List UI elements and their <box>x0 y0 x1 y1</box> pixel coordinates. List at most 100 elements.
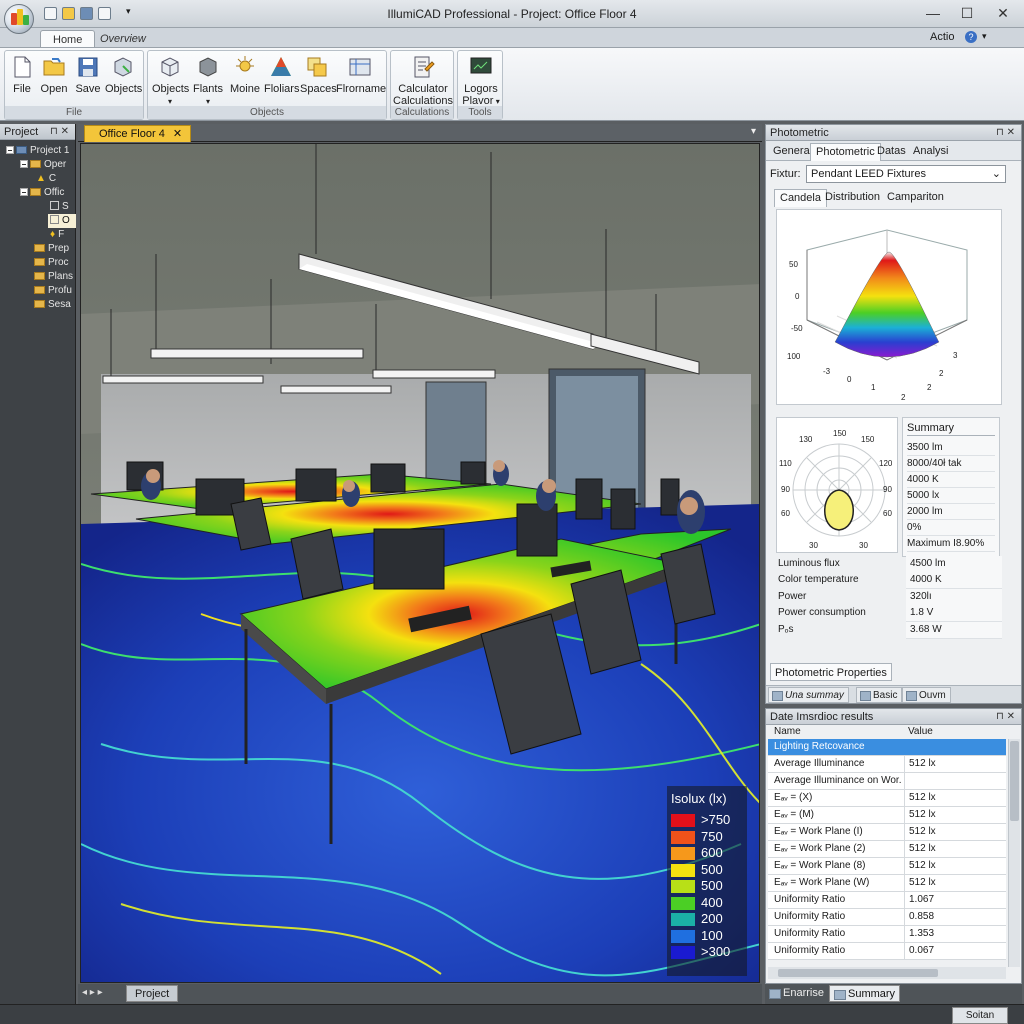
tree-item[interactable]: Plans <box>34 270 73 284</box>
tree-item[interactable]: Profu <box>34 284 72 298</box>
floorname-button[interactable]: Flrorname <box>336 55 386 95</box>
tab-project-footer[interactable]: Project <box>126 985 179 1002</box>
table-row[interactable]: Eₐᵥ = (X) 512 lx <box>768 790 1006 807</box>
title-bar: IllumiCAD Professional - Project: Office… <box>0 0 1024 28</box>
tab-summary[interactable]: Summary <box>829 985 901 1002</box>
close-button[interactable]: ✕ <box>986 4 1020 22</box>
column-header-name[interactable]: Name <box>774 725 801 739</box>
status-button[interactable]: Soitan <box>952 1007 1008 1024</box>
scroll-thumb[interactable] <box>1010 741 1019 821</box>
vertical-scrollbar[interactable] <box>1008 739 1020 967</box>
property-value[interactable]: 4000 K <box>906 572 1002 589</box>
tab-list-dropdown-icon[interactable]: ▾ <box>751 126 756 137</box>
property-key: Pₒs <box>778 624 794 635</box>
logors-button[interactable]: Logors Plavor ▾ <box>460 55 502 108</box>
tree-label: Plans <box>48 271 74 282</box>
light-bulb-icon <box>236 56 254 72</box>
fixture-select-value: Pendant LEED Fixtures <box>811 168 926 180</box>
collapse-icon[interactable] <box>20 160 28 168</box>
tab-overview[interactable]: Overview <box>88 30 158 48</box>
table-row[interactable]: Uniformity Ratio 0.858 <box>768 909 1006 926</box>
tab-datas[interactable]: Datas <box>872 143 911 161</box>
tree-item-project[interactable]: Project 1 <box>6 144 69 158</box>
table-row[interactable]: Eₐᵥ = Work Plane (I) 512 lx <box>768 824 1006 841</box>
property-value[interactable]: 4500 lm <box>906 556 1002 573</box>
objects-button[interactable]: Objects ▾ <box>152 55 189 108</box>
undo-quick-icon[interactable] <box>98 7 111 20</box>
folder-icon <box>34 272 45 280</box>
pin-close-icon[interactable]: ⊓ ✕ <box>50 124 69 140</box>
tree-item-selected[interactable]: O <box>48 214 76 228</box>
tab-enarrise[interactable]: Enarrise <box>765 985 828 1002</box>
cone-y-tick: 2 <box>939 369 944 378</box>
save-quick-icon[interactable] <box>80 7 93 20</box>
property-value[interactable]: 3.68 W <box>906 622 1002 639</box>
pin-close-icon[interactable]: ⊓ ✕ <box>996 709 1015 725</box>
tree-item[interactable]: Proc <box>34 256 69 270</box>
tab-una-summary[interactable]: Una summay <box>768 687 849 703</box>
action-menu[interactable]: Actio <box>930 31 954 43</box>
close-tab-icon[interactable]: ✕ <box>173 128 182 140</box>
row-value: 0.067 <box>904 943 1006 960</box>
property-value[interactable]: 320lı <box>906 589 1002 606</box>
subtab-distribution[interactable]: Distribution <box>820 189 885 207</box>
save-button[interactable]: Save <box>73 55 103 95</box>
spaces-button[interactable]: Spaces <box>300 55 337 95</box>
fixture-select[interactable]: Pendant LEED Fixtures ⌄ <box>806 165 1006 183</box>
moine-button[interactable]: Moine <box>228 55 262 95</box>
property-value[interactable]: 1.8 V <box>906 605 1002 622</box>
collapse-icon[interactable] <box>6 146 14 154</box>
tree-item[interactable]: Prep <box>34 242 69 256</box>
table-row[interactable]: Average Illuminance 512 lx <box>768 756 1006 773</box>
table-row[interactable]: Uniformity Ratio 0.067 <box>768 943 1006 960</box>
legend-label: 500 <box>701 878 723 893</box>
horizontal-scrollbar[interactable] <box>768 967 1006 979</box>
open-quick-icon[interactable] <box>62 7 75 20</box>
table-row[interactable]: Average Illuminance on Wor... <box>768 773 1006 790</box>
calculator-button[interactable]: Calculator Calculations <box>393 55 453 107</box>
tab-photometric[interactable]: Photometric <box>810 143 881 161</box>
table-row[interactable]: Eₐᵥ = Work Plane (8) 512 lx <box>768 858 1006 875</box>
row-value: 512 lx <box>904 790 1006 807</box>
3d-viewport[interactable]: Isolux (lx) >750 750 600 500 500 400 200 100 >30… <box>80 143 760 983</box>
tab-photometric-properties[interactable]: Photometric Properties <box>770 663 892 681</box>
app-logo-icon[interactable] <box>4 4 34 34</box>
floliars-button[interactable]: Floliars <box>264 55 299 95</box>
group-objects-label: Objects <box>148 106 386 119</box>
minimize-button[interactable]: — <box>916 4 950 22</box>
tab-basic[interactable]: Basic <box>856 687 903 703</box>
tree-item[interactable]: ▲ C <box>36 172 56 186</box>
collapse-icon[interactable] <box>20 188 28 196</box>
subtab-campariton[interactable]: Campariton <box>882 189 949 207</box>
file-button[interactable]: File <box>9 55 35 95</box>
tab-office-floor-4[interactable]: Office Floor 4 ✕ <box>84 125 192 142</box>
help-icon[interactable]: ? <box>965 31 977 43</box>
tab-analysis[interactable]: Analysi <box>908 143 953 161</box>
tree-item[interactable]: S <box>50 200 69 214</box>
page-icon <box>50 201 59 210</box>
nav-arrows-icon[interactable]: ◂ ▸ ▸ <box>82 987 103 998</box>
tree-item[interactable]: Sesa <box>34 298 71 312</box>
table-row[interactable]: Eₐᵥ = (M) 512 lx <box>768 807 1006 824</box>
table-row[interactable]: Uniformity Ratio 1.067 <box>768 892 1006 909</box>
customize-quick-icon[interactable]: ▾ <box>126 6 131 17</box>
tree-item[interactable]: Oper <box>20 158 66 172</box>
tree-item[interactable]: ♦ F <box>50 228 64 242</box>
new-quick-icon[interactable] <box>44 7 57 20</box>
tree-item[interactable]: Offic <box>20 186 64 200</box>
table-row[interactable]: Lighting Retcovance <box>768 739 1006 756</box>
table-row[interactable]: Eₐᵥ = Work Plane (2) 512 lx <box>768 841 1006 858</box>
polar-tick: 120 <box>879 459 893 468</box>
tab-ouvm[interactable]: Ouvm <box>902 687 951 703</box>
scroll-thumb[interactable] <box>778 969 938 977</box>
flants-button[interactable]: Flants ▾ <box>192 55 224 108</box>
table-row[interactable]: Eₐᵥ = Work Plane (W) 512 lx <box>768 875 1006 892</box>
objects-file-button[interactable]: Objects <box>105 55 142 95</box>
maximize-button[interactable]: ☐ <box>950 4 984 22</box>
table-row[interactable]: Uniformity Ratio 1.353 <box>768 926 1006 943</box>
column-header-value[interactable]: Value <box>908 725 933 739</box>
folder-icon <box>34 286 45 294</box>
help-dropdown-icon[interactable]: ▾ <box>982 31 987 42</box>
pin-close-icon[interactable]: ⊓ ✕ <box>996 125 1015 141</box>
open-button[interactable]: Open <box>39 55 69 95</box>
